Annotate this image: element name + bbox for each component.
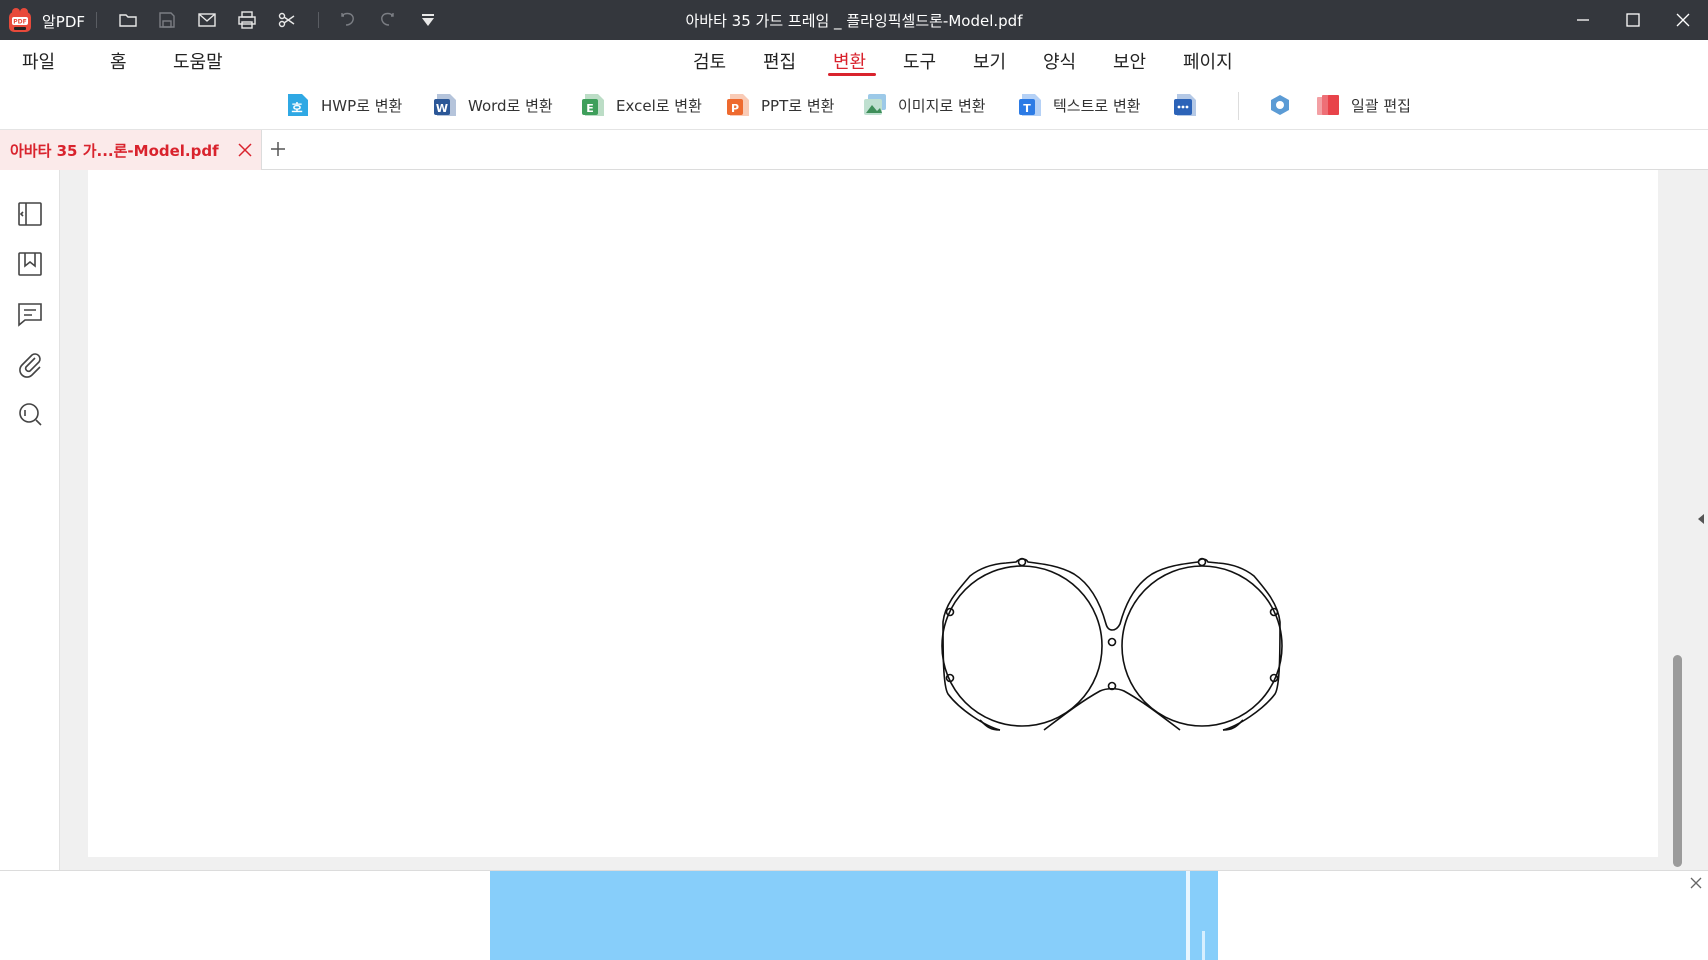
close-button[interactable] — [1658, 0, 1708, 40]
menu-form[interactable]: 양식 — [1043, 48, 1076, 74]
hwp-convert-button[interactable]: 호 HWP로 변환 — [285, 90, 402, 120]
document-tab-label: 아바타 35 가...론-Model.pdf — [10, 142, 219, 160]
redo-icon[interactable] — [376, 9, 398, 31]
comment-icon[interactable] — [16, 300, 44, 328]
app-logo-icon[interactable]: PDF — [6, 6, 34, 34]
ad-decoration — [1202, 931, 1205, 960]
menu-view[interactable]: 보기 — [973, 48, 1006, 74]
more-convert-button[interactable] — [1172, 90, 1208, 120]
menu-convert[interactable]: 변환 — [833, 48, 866, 74]
menu-home[interactable]: 홈 — [110, 48, 127, 74]
ppt-icon: P — [727, 94, 749, 116]
app-name: 알PDF — [42, 13, 86, 31]
hexagon-settings-icon — [1271, 95, 1289, 115]
left-sidebar — [0, 170, 60, 870]
document-tab[interactable]: 아바타 35 가...론-Model.pdf — [0, 130, 262, 170]
toolbar-divider — [318, 12, 319, 28]
title-bar: PDF 알PDF 아바타 35 가드 프레임 _ 플라잉픽셀드론-Model.p… — [0, 0, 1708, 40]
pdf-page[interactable] — [88, 170, 1658, 857]
active-menu-underline — [828, 73, 876, 76]
menu-security[interactable]: 보안 — [1113, 48, 1146, 74]
hexagon-settings-button[interactable] — [1267, 90, 1303, 120]
menu-file[interactable]: 파일 — [22, 48, 55, 74]
menu-tools[interactable]: 도구 — [903, 48, 936, 74]
svg-text:E: E — [586, 102, 594, 115]
word-convert-button[interactable]: W Word로 변환 — [432, 90, 553, 120]
menu-help[interactable]: 도움말 — [173, 48, 223, 74]
close-icon — [1676, 13, 1690, 27]
ad-banner[interactable] — [490, 871, 1218, 960]
ppt-convert-button[interactable]: P PPT로 변환 — [725, 90, 834, 120]
svg-text:PDF: PDF — [13, 19, 26, 26]
scrollbar-thumb[interactable] — [1673, 655, 1682, 867]
mail-icon[interactable] — [196, 9, 218, 31]
ribbon-divider — [1238, 92, 1239, 120]
hwp-icon: 호 — [288, 94, 308, 116]
batch-edit-icon — [1317, 95, 1339, 115]
batch-edit-button[interactable]: 일괄 편집 — [1315, 90, 1411, 120]
image-icon — [864, 94, 886, 115]
menu-bar: 파일 홈 도움말 검토 편집 변환 도구 보기 양식 보안 페이지 — [0, 40, 1708, 80]
word-icon: W — [434, 94, 456, 116]
open-folder-icon[interactable] — [117, 9, 139, 31]
panel-toggle-icon[interactable] — [16, 200, 44, 228]
tab-close-icon[interactable] — [236, 141, 254, 159]
text-icon: T — [1019, 94, 1041, 116]
search-icon[interactable] — [16, 400, 44, 428]
bookmark-icon[interactable] — [16, 250, 44, 278]
print-icon[interactable] — [236, 9, 258, 31]
attachment-icon[interactable] — [16, 350, 44, 378]
guard-frame-drawing — [941, 557, 1283, 731]
save-icon[interactable] — [156, 9, 178, 31]
image-convert-button[interactable]: 이미지로 변환 — [862, 90, 986, 120]
add-tab-icon[interactable] — [268, 139, 288, 159]
svg-text:호: 호 — [291, 101, 302, 115]
ad-close-icon[interactable] — [1688, 875, 1704, 891]
right-panel-expand-icon[interactable] — [1696, 512, 1706, 526]
document-tab-bar: 아바타 35 가...론-Model.pdf — [0, 130, 1708, 170]
text-convert-button[interactable]: T 텍스트로 변환 — [1017, 90, 1141, 120]
minimize-button[interactable] — [1558, 0, 1608, 40]
svg-text:T: T — [1023, 102, 1031, 115]
menu-review[interactable]: 검토 — [693, 48, 726, 74]
svg-text:W: W — [436, 102, 448, 115]
ad-decoration — [1186, 871, 1190, 960]
bottom-ad-panel — [0, 870, 1708, 960]
customize-dropdown-icon[interactable] — [417, 9, 439, 31]
more-icon — [1174, 94, 1196, 116]
maximize-icon — [1626, 13, 1640, 27]
undo-icon[interactable] — [337, 9, 359, 31]
convert-ribbon: 호 HWP로 변환 W Word로 변환 E Excel로 변환 P PPT로 … — [0, 80, 1708, 130]
maximize-button[interactable] — [1608, 0, 1658, 40]
menu-edit[interactable]: 편집 — [763, 48, 796, 74]
excel-convert-button[interactable]: E Excel로 변환 — [580, 90, 702, 120]
toolbar-divider — [96, 12, 97, 28]
scissors-icon[interactable] — [276, 9, 298, 31]
menu-page[interactable]: 페이지 — [1183, 48, 1233, 74]
svg-text:P: P — [731, 102, 739, 115]
excel-icon: E — [582, 94, 604, 116]
minimize-icon — [1577, 19, 1589, 21]
